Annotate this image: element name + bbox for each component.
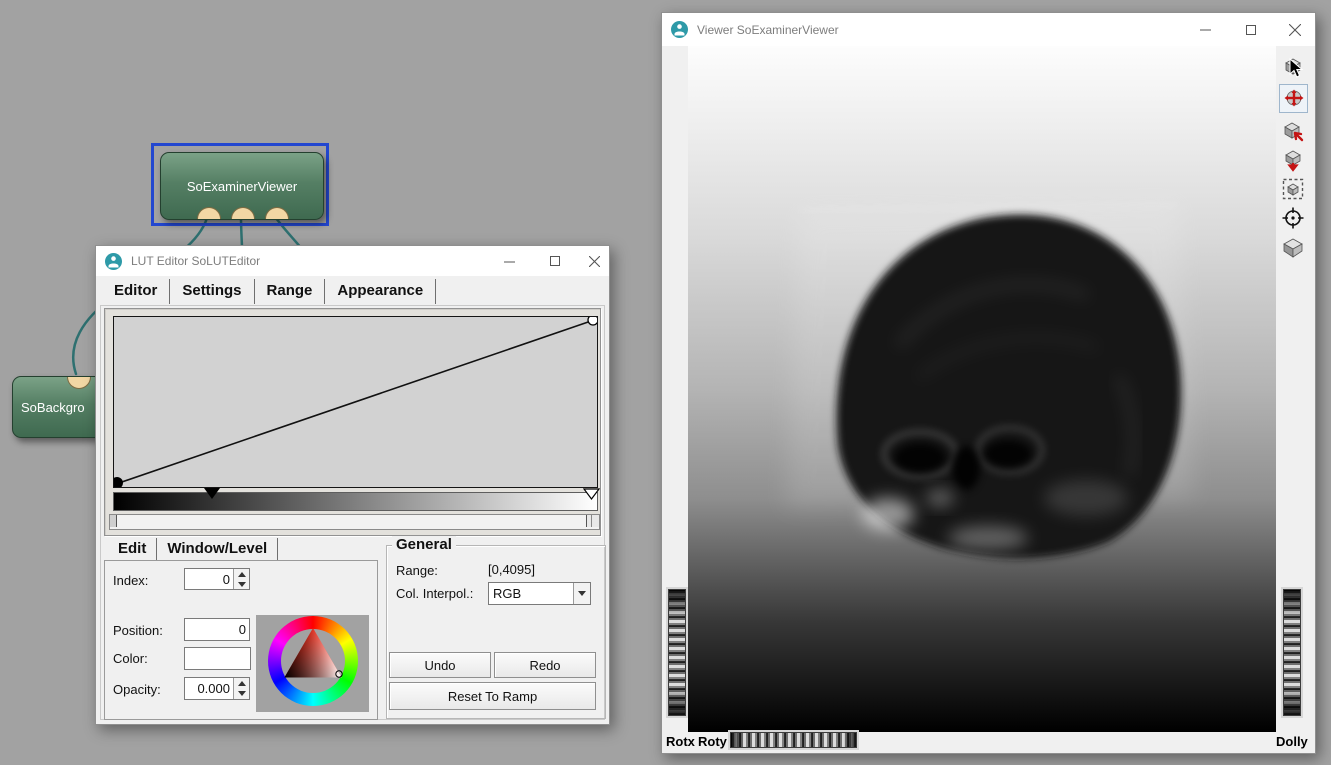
view-all-icon[interactable] [1279, 175, 1306, 202]
dolly-label: Dolly [1276, 734, 1308, 749]
curve-point-end[interactable] [588, 317, 597, 325]
lut-editor-window: LUT Editor SoLUTEditor Editor Settings R… [95, 245, 610, 725]
rotate-view-mode-icon[interactable] [1279, 84, 1308, 113]
tab-range[interactable]: Range [255, 279, 326, 304]
set-home-icon[interactable] [1279, 117, 1306, 144]
desktop: SoBackgro SoExaminerViewer LUT Editor So… [0, 0, 1331, 765]
lut-maximize-button[interactable] [540, 246, 570, 276]
hsv-triangle[interactable] [268, 616, 358, 706]
spin-up-icon[interactable] [234, 678, 249, 689]
camera-type-icon[interactable] [1279, 233, 1306, 260]
lut-close-button[interactable] [579, 246, 609, 276]
interp-combobox[interactable]: RGB [488, 582, 591, 605]
color-label: Color: [113, 651, 148, 666]
lut-minimize-button[interactable] [494, 246, 524, 276]
mouse-cursor [1289, 58, 1305, 80]
lut-gradient-bar[interactable] [113, 492, 598, 511]
index-spinbox[interactable]: 0 [184, 568, 250, 590]
lut-titlebar[interactable]: LUT Editor SoLUTEditor [96, 246, 609, 276]
tab-window-level[interactable]: Window/Level [157, 538, 278, 561]
seek-icon[interactable] [1279, 204, 1306, 231]
position-input[interactable]: 0 [184, 618, 250, 641]
tab-editor[interactable]: Editor [102, 279, 170, 304]
curve-point-start[interactable] [114, 477, 123, 487]
index-label: Index: [113, 573, 148, 588]
spin-down-icon[interactable] [234, 689, 249, 700]
mevislab-app-icon [671, 21, 688, 38]
spin-up-icon[interactable] [234, 569, 249, 579]
node-output-connector-1[interactable] [197, 207, 221, 219]
minimize-icon [504, 256, 515, 267]
range-slider-right-handle[interactable] [586, 515, 599, 527]
edit-tab-bar: Edit Window/Level [108, 537, 278, 561]
tab-appearance[interactable]: Appearance [325, 279, 436, 304]
interp-label: Col. Interpol.: [396, 586, 473, 601]
node-input-connector[interactable] [67, 377, 91, 389]
redo-button[interactable]: Redo [494, 652, 596, 678]
opacity-spinbox[interactable]: 0.000 [184, 677, 250, 700]
position-label: Position: [113, 623, 163, 638]
position-value: 0 [185, 622, 249, 637]
viewer-maximize-button[interactable] [1231, 13, 1271, 46]
home-icon[interactable] [1279, 146, 1306, 173]
rotx-label: Rotx [666, 734, 695, 749]
close-icon [1289, 24, 1301, 36]
tab-settings[interactable]: Settings [170, 279, 254, 304]
color-swatch[interactable] [184, 647, 251, 670]
chevron-down-icon [578, 591, 586, 596]
color-wheel-panel [256, 615, 369, 712]
dolly-thumbwheel[interactable] [1283, 589, 1301, 716]
gradient-marker-left[interactable] [204, 488, 220, 499]
range-label: Range: [396, 563, 438, 578]
range-value: [0,4095] [488, 562, 535, 577]
tab-edit[interactable]: Edit [108, 538, 157, 561]
general-title: General [392, 536, 456, 553]
viewer-window-title: Viewer SoExaminerViewer [697, 23, 839, 37]
close-icon [589, 256, 600, 267]
viewer-window: Viewer SoExaminerViewer [661, 12, 1316, 754]
mevislab-app-icon [105, 253, 122, 270]
opacity-value: 0.000 [185, 681, 233, 696]
lut-range-slider[interactable] [109, 514, 600, 530]
node-label: SoBackgro [21, 400, 85, 415]
reset-to-ramp-button[interactable]: Reset To Ramp [389, 682, 596, 710]
viewer-close-button[interactable] [1275, 13, 1315, 46]
viewer-minimize-button[interactable] [1185, 13, 1225, 46]
node-output-connector-3[interactable] [265, 207, 289, 219]
gradient-marker-right[interactable] [583, 488, 600, 500]
node-output-connector-2[interactable] [231, 207, 255, 219]
range-slider-left-handle[interactable] [110, 515, 117, 527]
lut-curve-canvas[interactable] [113, 316, 598, 488]
lut-window-title: LUT Editor SoLUTEditor [131, 254, 260, 268]
viewport-3d[interactable] [688, 46, 1276, 732]
roty-thumbwheel[interactable] [668, 589, 686, 716]
opacity-label: Opacity: [113, 682, 161, 697]
maximize-icon [1246, 25, 1256, 35]
spin-down-icon[interactable] [234, 579, 249, 589]
rotx-thumbwheel[interactable] [730, 732, 857, 748]
node-label: SoExaminerViewer [187, 179, 297, 194]
interp-value: RGB [489, 586, 573, 601]
undo-button[interactable]: Undo [389, 652, 491, 678]
minimize-icon [1200, 24, 1211, 35]
lut-tab-bar: Editor Settings Range Appearance [102, 277, 436, 304]
roty-label: Roty [698, 734, 727, 749]
node-soexaminerviewer[interactable]: SoExaminerViewer [160, 152, 324, 220]
maximize-icon [550, 256, 560, 266]
triangle-selector [336, 671, 342, 677]
index-value: 0 [185, 572, 233, 587]
